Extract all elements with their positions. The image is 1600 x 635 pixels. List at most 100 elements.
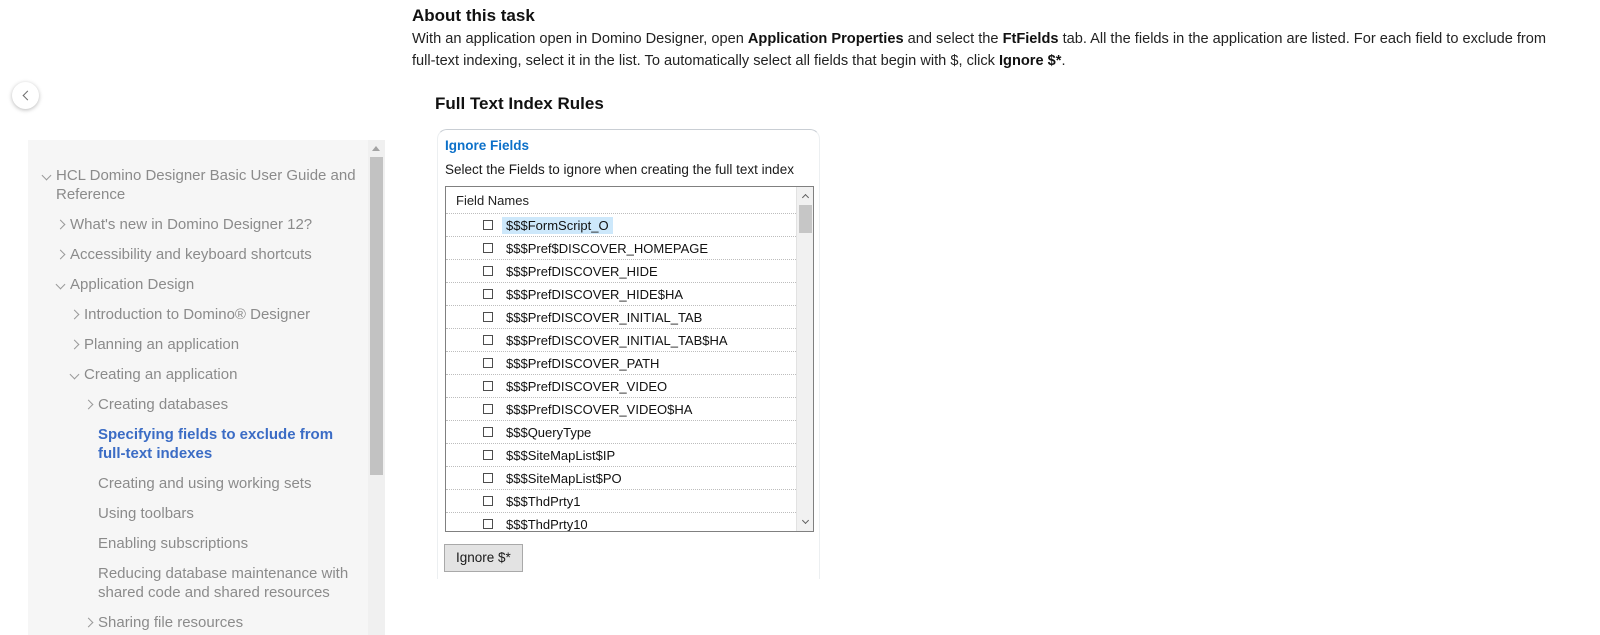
field-name-label: $$$PrefDISCOVER_INITIAL_TAB	[502, 309, 706, 326]
chevron-down-icon[interactable]	[57, 275, 70, 294]
sidebar-item[interactable]: Accessibility and keyboard shortcuts	[36, 245, 359, 264]
chevron-right-icon[interactable]	[57, 215, 70, 234]
field-row[interactable]: $$$PrefDISCOVER_VIDEO$HA	[446, 397, 798, 420]
sidebar-item-label: What's new in Domino Designer 12?	[70, 215, 312, 234]
field-name-label: $$$PrefDISCOVER_HIDE$HA	[502, 286, 687, 303]
nav-tree: HCL Domino Designer Basic User Guide and…	[28, 140, 385, 632]
chevron-right-icon	[70, 309, 80, 319]
field-name-label: $$$ThdPrty10	[502, 516, 592, 533]
paragraph-segment: and select the	[904, 31, 1003, 47]
field-row[interactable]: $$$PrefDISCOVER_HIDE	[446, 259, 798, 282]
field-row[interactable]: $$$PrefDISCOVER_HIDE$HA	[446, 282, 798, 305]
chevron-down-icon	[42, 170, 52, 180]
field-row[interactable]: $$$FormScript_O	[446, 213, 798, 236]
sidebar-item[interactable]: What's new in Domino Designer 12?	[36, 215, 359, 234]
sidebar-item-label: Creating and using working sets	[98, 474, 311, 493]
chevron-down-icon	[802, 517, 809, 524]
chevron-right-icon	[84, 617, 94, 627]
chevron-spacer	[85, 504, 98, 523]
about-task-heading: About this task	[412, 6, 535, 26]
chevron-right-icon[interactable]	[71, 305, 84, 324]
field-checkbox[interactable]	[483, 220, 493, 230]
field-name-label: $$$ThdPrty1	[502, 493, 584, 510]
chevron-right-icon	[84, 399, 94, 409]
sidebar-item[interactable]: Specifying fields to exclude from full-t…	[36, 425, 359, 463]
field-row[interactable]: $$$QueryType	[446, 420, 798, 443]
chevron-spacer	[85, 564, 98, 583]
sidebar-item[interactable]: Creating an application	[36, 365, 359, 384]
field-checkbox[interactable]	[483, 312, 493, 322]
chevron-down-icon[interactable]	[43, 166, 56, 185]
sidebar-item[interactable]: Planning an application	[36, 335, 359, 354]
scroll-down-button[interactable]	[797, 514, 814, 530]
field-row[interactable]: $$$SiteMapList$PO	[446, 466, 798, 489]
chevron-right-icon[interactable]	[57, 245, 70, 264]
field-name-label: $$$SiteMapList$PO	[502, 470, 626, 487]
field-row[interactable]: $$$ThdPrty1	[446, 489, 798, 512]
chevron-right-icon[interactable]	[85, 395, 98, 414]
sidebar-item[interactable]: Sharing file resources	[36, 613, 359, 632]
sidebar-item-label: Creating an application	[84, 365, 237, 384]
sidebar-item-label: Introduction to Domino® Designer	[84, 305, 310, 324]
field-checkbox[interactable]	[483, 519, 493, 529]
collapse-sidebar-button[interactable]	[12, 82, 39, 109]
chevron-right-icon[interactable]	[85, 613, 98, 632]
field-checkbox[interactable]	[483, 266, 493, 276]
field-row[interactable]: $$$PrefDISCOVER_INITIAL_TAB	[446, 305, 798, 328]
field-row[interactable]: $$$SiteMapList$IP	[446, 443, 798, 466]
sidebar-item-label: Sharing file resources	[98, 613, 243, 632]
chevron-right-icon[interactable]	[71, 335, 84, 354]
field-row[interactable]: $$$PrefDISCOVER_PATH	[446, 351, 798, 374]
field-name-label: $$$PrefDISCOVER_PATH	[502, 355, 663, 372]
scroll-up-button[interactable]	[797, 188, 814, 204]
sidebar-item-label: Reducing database maintenance with share…	[98, 564, 359, 602]
chevron-spacer	[85, 534, 98, 553]
sidebar-scrollbar[interactable]	[368, 140, 385, 635]
field-row[interactable]: $$$ThdPrty10	[446, 512, 798, 532]
chevron-down-icon	[70, 369, 80, 379]
listbox-scrollbar-thumb[interactable]	[799, 205, 812, 233]
sidebar-item[interactable]: Introduction to Domino® Designer	[36, 305, 359, 324]
field-checkbox[interactable]	[483, 450, 493, 460]
field-row[interactable]: $$$PrefDISCOVER_VIDEO	[446, 374, 798, 397]
sidebar-item[interactable]: Creating and using working sets	[36, 474, 359, 493]
field-name-label: $$$Pref$DISCOVER_HOMEPAGE	[502, 240, 712, 257]
ignore-dollar-button[interactable]: Ignore $*	[444, 544, 523, 572]
field-checkbox[interactable]	[483, 335, 493, 345]
field-row[interactable]: $$$Pref$DISCOVER_HOMEPAGE	[446, 236, 798, 259]
field-checkbox[interactable]	[483, 243, 493, 253]
sidebar-item[interactable]: Creating databases	[36, 395, 359, 414]
scroll-up-icon[interactable]	[372, 146, 380, 151]
field-names-column-header: Field Names	[446, 187, 813, 213]
sidebar-item[interactable]: Using toolbars	[36, 504, 359, 523]
field-name-label: $$$PrefDISCOVER_INITIAL_TAB$HA	[502, 332, 732, 349]
field-checkbox[interactable]	[483, 289, 493, 299]
chevron-right-icon	[70, 339, 80, 349]
sidebar-scrollbar-thumb[interactable]	[370, 157, 383, 475]
chevron-spacer	[85, 474, 98, 493]
field-checkbox[interactable]	[483, 473, 493, 483]
field-name-label: $$$PrefDISCOVER_VIDEO$HA	[502, 401, 696, 418]
sidebar-item[interactable]: Application Design	[36, 275, 359, 294]
chevron-up-icon	[802, 194, 809, 201]
ignore-fields-subtitle: Select the Fields to ignore when creatin…	[445, 162, 819, 177]
full-text-index-rules-heading: Full Text Index Rules	[435, 94, 604, 114]
sidebar-item-label: HCL Domino Designer Basic User Guide and…	[56, 166, 359, 204]
field-checkbox[interactable]	[483, 358, 493, 368]
field-checkbox[interactable]	[483, 496, 493, 506]
field-name-label: $$$PrefDISCOVER_HIDE	[502, 263, 662, 280]
field-checkbox[interactable]	[483, 427, 493, 437]
field-checkbox[interactable]	[483, 381, 493, 391]
sidebar-item[interactable]: HCL Domino Designer Basic User Guide and…	[36, 166, 359, 204]
chevron-right-icon	[56, 219, 66, 229]
field-checkbox[interactable]	[483, 404, 493, 414]
field-row[interactable]: $$$PrefDISCOVER_INITIAL_TAB$HA	[446, 328, 798, 351]
sidebar-item[interactable]: Enabling subscriptions	[36, 534, 359, 553]
field-name-label: $$$QueryType	[502, 424, 595, 441]
field-name-label: $$$SiteMapList$IP	[502, 447, 619, 464]
listbox-scrollbar[interactable]	[796, 187, 813, 531]
paragraph-segment: With an application open in Domino Desig…	[412, 31, 748, 47]
chevron-down-icon[interactable]	[71, 365, 84, 384]
sidebar-item[interactable]: Reducing database maintenance with share…	[36, 564, 359, 602]
chevron-right-icon	[56, 249, 66, 259]
